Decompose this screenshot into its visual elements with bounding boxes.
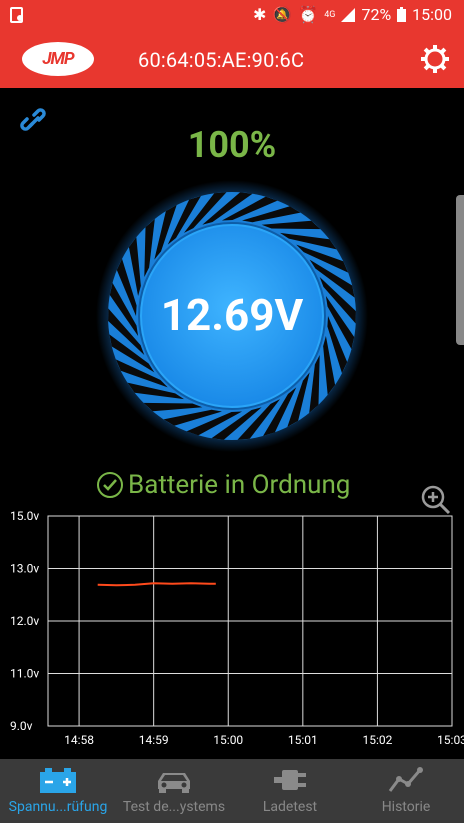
battery-status: Batterie in Ordnung	[96, 470, 350, 500]
nav-history[interactable]: Historie	[348, 759, 464, 823]
bottom-navigation: Spannu...rüfung Test de...ystems Ladetes…	[0, 759, 464, 823]
signal-icon	[341, 7, 356, 22]
x-tick-label: 14:58	[64, 733, 94, 747]
status-bar: ✱ 🔕 ⏰ 4G 72% 15:00	[0, 0, 464, 32]
clock: 15:00	[412, 5, 452, 24]
nav-voltage-test[interactable]: Spannu...rüfung	[0, 759, 116, 823]
jmp-logo: JMP	[22, 42, 94, 76]
plug-icon	[274, 770, 306, 790]
battery-status-icon	[397, 7, 407, 22]
mute-icon: 🔕	[272, 5, 293, 24]
y-tick-label: 9.0v	[10, 719, 33, 733]
history-chart-icon	[388, 767, 423, 792]
device-id: 60:64:05:AE:90:6C	[138, 48, 305, 72]
battery-level: 72%	[361, 5, 392, 24]
x-tick-label: 15:00	[213, 733, 243, 747]
battery-icon	[40, 768, 76, 793]
nav-label: Test de...ystems	[122, 799, 226, 815]
voltage-series-line	[97, 582, 216, 587]
x-tick-label: 14:59	[139, 733, 169, 747]
voltage-chart: 15.0v 13.0v 12.0v 11.0v 9.0v 14:58 14:59 15:00 1…	[10, 509, 464, 747]
nav-label: Historie	[381, 799, 431, 815]
charge-percent: 100%	[187, 124, 277, 166]
y-tick-label: 15.0v	[10, 509, 39, 523]
gear-icon[interactable]	[420, 44, 450, 74]
bluetooth-icon: ✱	[253, 5, 267, 24]
side-panel-handle[interactable]	[456, 195, 464, 345]
x-tick-label: 15:02	[362, 733, 392, 747]
notification-icon	[10, 7, 23, 23]
nav-label: Ladetest	[262, 799, 318, 815]
alarm-icon: ⏰	[298, 5, 319, 24]
nav-system-test[interactable]: Test de...ystems	[116, 759, 232, 823]
check-circle-icon	[97, 472, 123, 498]
y-tick-label: 11.0v	[10, 667, 39, 681]
voltage-reading: 12.69V	[160, 289, 304, 341]
network-label: 4G	[324, 9, 336, 20]
car-icon	[158, 773, 190, 793]
nav-label: Spannu...rüfung	[8, 799, 108, 815]
y-tick-label: 12.0v	[10, 614, 39, 628]
nav-charge-test[interactable]: Ladetest	[232, 759, 348, 823]
y-tick-label: 13.0v	[10, 562, 39, 576]
x-tick-label: 15:01	[288, 733, 318, 747]
x-tick-label: 15:03	[437, 733, 464, 747]
battery-status-text: Batterie in Ordnung	[128, 470, 351, 500]
